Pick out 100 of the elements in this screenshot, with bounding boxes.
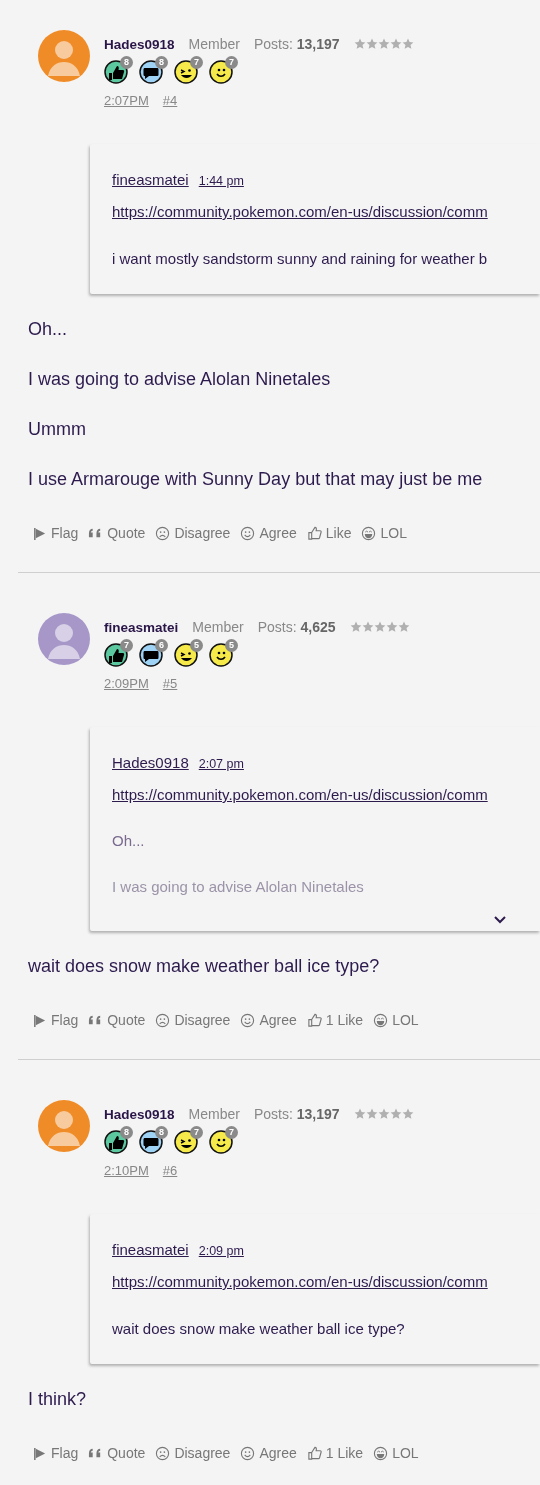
smiling-face-icon xyxy=(240,525,256,541)
post-time-link[interactable]: 2:07PM xyxy=(104,92,149,110)
flag-button[interactable]: Flag xyxy=(32,1012,79,1028)
smiling-face-icon xyxy=(240,1445,256,1461)
star-icon xyxy=(397,621,410,633)
post-count: Posts: 13,197 xyxy=(253,1106,340,1122)
post-count: Posts: 4,625 xyxy=(257,619,336,635)
badge-count: 7 xyxy=(190,56,203,69)
quote-text: i want mostly sandstorm sunny and raining for weather b xyxy=(112,249,489,269)
quote-author-link[interactable]: fineasmatei xyxy=(112,1240,189,1260)
badge-count: 7 xyxy=(120,639,133,652)
flag-icon xyxy=(32,525,47,541)
star-icon xyxy=(377,1108,390,1120)
like-button[interactable]: 1 Like xyxy=(306,1445,364,1461)
quote-url-link[interactable]: https://community.pokemon.com/en-us/discussion/comm xyxy=(112,785,540,805)
badge-count: 5 xyxy=(225,639,238,652)
star-icon xyxy=(401,1108,414,1120)
quote-time-link[interactable]: 2:09 pm xyxy=(198,1241,244,1261)
star-icon xyxy=(353,38,366,50)
member-role: Member xyxy=(188,1106,240,1122)
thumbs-up-badge-icon xyxy=(104,60,128,84)
agree-button[interactable]: Agree xyxy=(240,1445,297,1461)
flag-icon xyxy=(32,1445,47,1461)
quote-author-link[interactable]: Hades0918 xyxy=(112,753,189,773)
star-icon xyxy=(365,38,378,50)
thumbs-up-badge-icon xyxy=(104,1130,128,1154)
badge-count: 8 xyxy=(155,56,168,69)
star-icon xyxy=(365,1108,378,1120)
badge-count: 6 xyxy=(155,639,168,652)
frowning-face-icon xyxy=(155,1445,171,1461)
agree-button[interactable]: Agree xyxy=(240,1012,297,1028)
post-number-link[interactable]: #5 xyxy=(162,675,178,693)
smiling-face-icon xyxy=(240,1012,256,1028)
quote-time-link[interactable]: 2:07 pm xyxy=(198,754,244,774)
badge-count: 7 xyxy=(225,1126,238,1139)
post-text: I was going to advise Alolan Ninetales xyxy=(28,368,332,391)
username-link[interactable]: Hades0918 xyxy=(104,36,175,52)
flag-button[interactable]: Flag xyxy=(32,525,79,541)
winking-face-badge-icon xyxy=(174,643,198,667)
disagree-button[interactable]: Disagree xyxy=(155,1445,231,1461)
star-icon xyxy=(377,38,390,50)
smiling-face-badge-icon xyxy=(209,60,233,84)
badge-count: 8 xyxy=(155,1126,168,1139)
star-icon xyxy=(385,621,398,633)
star-icon xyxy=(401,38,414,50)
member-role: Member xyxy=(192,619,244,635)
post-number-link[interactable]: #4 xyxy=(162,92,178,110)
quote-url-link[interactable]: https://community.pokemon.com/en-us/discussion/comm xyxy=(112,202,540,222)
badge-count: 7 xyxy=(225,56,238,69)
badge-count: 8 xyxy=(120,56,133,69)
lol-button[interactable]: LOL xyxy=(373,1445,419,1461)
speech-bubble-badge-icon xyxy=(139,643,163,667)
thumbs-up-icon xyxy=(306,1012,322,1028)
smiling-face-badge-icon xyxy=(209,1130,233,1154)
laughing-face-icon xyxy=(373,1445,389,1461)
lol-button[interactable]: LOL xyxy=(361,525,407,541)
quote-button[interactable]: Quote xyxy=(88,525,146,541)
disagree-button[interactable]: Disagree xyxy=(155,1012,231,1028)
quote-url-link[interactable]: https://community.pokemon.com/en-us/discussion/comm xyxy=(112,1272,540,1292)
post-count: Posts: 13,197 xyxy=(253,36,340,52)
quote-author-link[interactable]: fineasmatei xyxy=(112,170,189,190)
winking-face-badge-icon xyxy=(174,60,198,84)
speech-bubble-badge-icon xyxy=(139,60,163,84)
like-button[interactable]: Like xyxy=(306,525,352,541)
thumbs-up-icon xyxy=(306,525,322,541)
post-text: I use Armarouge with Sunny Day but that may just be me xyxy=(28,468,484,491)
post-text: I think? xyxy=(28,1388,88,1411)
flag-icon xyxy=(32,1012,47,1028)
username-link[interactable]: Hades0918 xyxy=(104,1106,175,1122)
post-text: Ummm xyxy=(28,418,87,441)
quote-button[interactable]: Quote xyxy=(88,1445,146,1461)
flag-button[interactable]: Flag xyxy=(32,1445,79,1461)
quote-button[interactable]: Quote xyxy=(88,1012,146,1028)
star-icon xyxy=(373,621,386,633)
frowning-face-icon xyxy=(155,1012,171,1028)
post-text: Oh... xyxy=(28,318,68,341)
badge-count: 5 xyxy=(190,639,203,652)
quote-text: wait does snow make weather ball ice type? xyxy=(112,1319,406,1339)
star-icon xyxy=(389,38,402,50)
like-button[interactable]: 1 Like xyxy=(306,1012,364,1028)
agree-button[interactable]: Agree xyxy=(240,525,297,541)
quote-time-link[interactable]: 1:44 pm xyxy=(198,171,244,191)
disagree-button[interactable]: Disagree xyxy=(155,525,231,541)
expand-chevron-icon[interactable] xyxy=(494,915,506,925)
lol-button[interactable]: LOL xyxy=(373,1012,419,1028)
post-text: wait does snow make weather ball ice type? xyxy=(28,955,381,978)
laughing-face-icon xyxy=(373,1012,389,1028)
post-time-link[interactable]: 2:10PM xyxy=(104,1162,149,1180)
quote-text: Oh... xyxy=(112,831,146,851)
thumbs-up-icon xyxy=(306,1445,322,1461)
winking-face-badge-icon xyxy=(174,1130,198,1154)
username-link[interactable]: fineasmatei xyxy=(104,619,179,635)
smiling-face-badge-icon xyxy=(209,643,233,667)
badge-count: 8 xyxy=(120,1126,133,1139)
badge-count: 7 xyxy=(190,1126,203,1139)
post-time-link[interactable]: 2:09PM xyxy=(104,675,149,693)
post-number-link[interactable]: #6 xyxy=(162,1162,178,1180)
frowning-face-icon xyxy=(155,525,171,541)
quote-text: I was going to advise Alolan Ninetales xyxy=(112,877,365,897)
laughing-face-icon xyxy=(361,525,377,541)
